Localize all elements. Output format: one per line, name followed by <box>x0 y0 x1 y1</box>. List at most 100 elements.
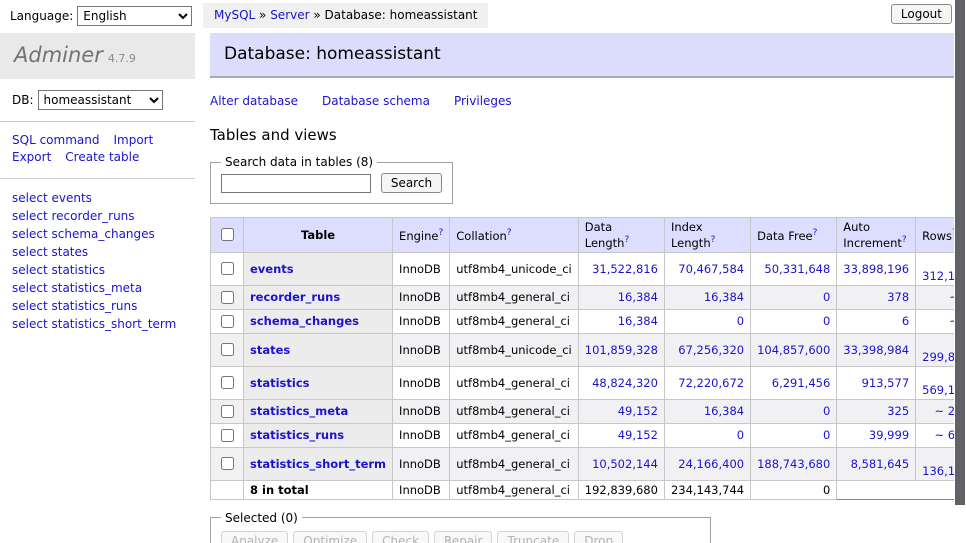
table-link-recorder-runs[interactable]: recorder_runs <box>51 209 134 223</box>
data-length-link[interactable]: 49,152 <box>618 428 658 442</box>
table-link-statistics-runs[interactable]: statistics_runs <box>51 299 137 313</box>
db-select[interactable]: homeassistant <box>38 90 163 110</box>
auto-increment-link[interactable]: 325 <box>887 404 909 418</box>
row-checkbox-cell <box>211 447 244 480</box>
select-link-schema-changes[interactable]: select <box>12 227 48 241</box>
help-icon[interactable]: ? <box>624 235 629 245</box>
data-length-link[interactable]: 48,824,320 <box>592 376 658 390</box>
language-select[interactable]: English <box>77 6 192 26</box>
index-length-link[interactable]: 0 <box>737 428 744 442</box>
table-name-link[interactable]: schema_changes <box>250 314 359 328</box>
table-name-link[interactable]: statistics_runs <box>250 428 344 442</box>
select-link-states[interactable]: select <box>12 245 48 259</box>
row-checkbox[interactable] <box>221 457 234 470</box>
window-scrollbar[interactable] <box>954 0 966 543</box>
analyze-button[interactable]: Analyze <box>221 531 288 543</box>
data-free-link[interactable]: 188,743,680 <box>757 457 830 471</box>
db-label: DB: <box>12 93 34 107</box>
table-link-states[interactable]: states <box>51 245 88 259</box>
select-link-statistics[interactable]: select <box>12 263 48 277</box>
index-length-link[interactable]: 67,256,320 <box>678 343 744 357</box>
table-link-statistics[interactable]: statistics <box>51 263 105 277</box>
logout-button[interactable]: Logout <box>891 4 952 24</box>
table-link-statistics-short-term[interactable]: statistics_short_term <box>51 317 176 331</box>
repair-button[interactable]: Repair <box>434 531 492 543</box>
select-all-checkbox[interactable] <box>221 228 234 241</box>
auto-increment-link[interactable]: 378 <box>887 290 909 304</box>
table-name-link[interactable]: states <box>250 343 290 357</box>
index-length-link[interactable]: 24,166,400 <box>678 457 744 471</box>
row-checkbox[interactable] <box>221 291 234 304</box>
data-length-link[interactable]: 31,522,816 <box>592 262 658 276</box>
data-free-link[interactable]: 0 <box>823 314 830 328</box>
help-icon[interactable]: ? <box>711 235 716 245</box>
auto-increment-link[interactable]: 913,577 <box>862 376 910 390</box>
action-link-alter-database[interactable]: Alter database <box>210 94 298 108</box>
sidebar-link-sql-command[interactable]: SQL command <box>12 133 99 147</box>
row-checkbox[interactable] <box>221 315 234 328</box>
data-free-link[interactable]: 6,291,456 <box>772 376 831 390</box>
optimize-button[interactable]: Optimize <box>293 531 367 543</box>
select-link-events[interactable]: select <box>12 191 48 205</box>
index-length-link[interactable]: 70,467,584 <box>678 262 744 276</box>
breadcrumb-link-server[interactable]: Server <box>270 8 309 22</box>
data-free-link[interactable]: 0 <box>823 428 830 442</box>
total-collation: utf8mb4_general_ci <box>450 480 579 499</box>
search-button[interactable]: Search <box>381 173 442 193</box>
select-link-statistics-meta[interactable]: select <box>12 281 48 295</box>
scrollbar-thumb[interactable] <box>955 0 965 505</box>
auto-increment-link[interactable]: 8,581,645 <box>851 457 910 471</box>
table-name-link[interactable]: recorder_runs <box>250 290 340 304</box>
table-link-schema-changes[interactable]: schema_changes <box>51 227 154 241</box>
data-free-link[interactable]: 104,857,600 <box>757 343 830 357</box>
check-button[interactable]: Check <box>372 531 429 543</box>
select-link-statistics-short-term[interactable]: select <box>12 317 48 331</box>
row-checkbox[interactable] <box>221 429 234 442</box>
table-row-schema-changes: schema_changesInnoDButf8mb4_general_ci16… <box>211 309 966 333</box>
data-length-link[interactable]: 16,384 <box>618 290 658 304</box>
table-link-statistics-meta[interactable]: statistics_meta <box>51 281 142 295</box>
row-checkbox[interactable] <box>221 262 234 275</box>
sidebar-link-export[interactable]: Export <box>12 150 51 164</box>
data-free-link[interactable]: 50,331,648 <box>764 262 830 276</box>
auto-increment-link[interactable]: 6 <box>902 314 909 328</box>
data-length-link[interactable]: 10,502,144 <box>592 457 658 471</box>
table-name-link[interactable]: statistics_short_term <box>250 457 386 471</box>
help-icon[interactable]: ? <box>902 235 907 245</box>
column-header-data-length: Data Length? <box>578 218 664 253</box>
drop-button[interactable]: Drop <box>574 531 623 543</box>
collation-cell: utf8mb4_general_ci <box>450 366 579 399</box>
help-icon[interactable]: ? <box>507 228 512 238</box>
auto-increment-link[interactable]: 33,398,984 <box>843 343 909 357</box>
table-name-link[interactable]: statistics_meta <box>250 404 348 418</box>
action-link-privileges[interactable]: Privileges <box>454 94 512 108</box>
breadcrumb-link-mysql[interactable]: MySQL <box>214 8 255 22</box>
sidebar-link-create-table[interactable]: Create table <box>65 150 139 164</box>
search-input[interactable] <box>221 174 371 193</box>
auto-increment-link[interactable]: 33,898,196 <box>843 262 909 276</box>
index-length-link[interactable]: 0 <box>737 314 744 328</box>
index-length-link[interactable]: 16,384 <box>704 404 744 418</box>
row-checkbox[interactable] <box>221 405 234 418</box>
select-link-statistics-runs[interactable]: select <box>12 299 48 313</box>
data-length-link[interactable]: 49,152 <box>618 404 658 418</box>
truncate-button[interactable]: Truncate <box>497 531 569 543</box>
index-length-link[interactable]: 72,220,672 <box>678 376 744 390</box>
data-length-link[interactable]: 101,859,328 <box>585 343 658 357</box>
help-icon[interactable]: ? <box>438 228 443 238</box>
select-link-recorder-runs[interactable]: select <box>12 209 48 223</box>
data-free-link[interactable]: 0 <box>823 290 830 304</box>
auto-increment-link[interactable]: 39,999 <box>869 428 909 442</box>
data-free-link[interactable]: 0 <box>823 404 830 418</box>
table-name-link[interactable]: statistics <box>250 376 310 390</box>
row-checkbox[interactable] <box>221 376 234 389</box>
row-checkbox[interactable] <box>221 343 234 356</box>
table-name-link[interactable]: events <box>250 262 294 276</box>
help-icon[interactable]: ? <box>813 228 818 238</box>
action-link-database-schema[interactable]: Database schema <box>322 94 430 108</box>
table-link-events[interactable]: events <box>51 191 91 205</box>
index-length-link[interactable]: 16,384 <box>704 290 744 304</box>
sidebar-link-import[interactable]: Import <box>113 133 153 147</box>
db-selector-row: DB: homeassistant <box>0 79 195 122</box>
data-length-link[interactable]: 16,384 <box>618 314 658 328</box>
